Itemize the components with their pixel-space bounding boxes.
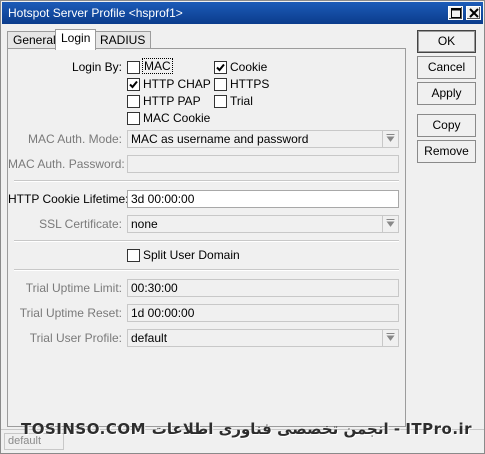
mac-auth-mode-select[interactable]: MAC as username and password (127, 130, 399, 148)
checkbox-cookie-label[interactable]: Cookie (230, 60, 267, 74)
checkbox-https[interactable] (214, 78, 227, 91)
checkbox-http-chap-label[interactable]: HTTP CHAP (143, 77, 211, 91)
trial-user-profile-select[interactable]: default (127, 329, 399, 347)
copy-button[interactable]: Copy (417, 114, 476, 137)
title-bar[interactable]: Hotspot Server Profile <hsprof1> (2, 2, 483, 24)
trial-user-profile-label: Trial User Profile: (29, 331, 122, 345)
trial-user-profile-value: default (131, 331, 168, 345)
separator (14, 269, 399, 271)
trial-user-profile-dropdown-button[interactable] (382, 330, 398, 346)
tab-login[interactable]: Login (55, 29, 97, 50)
mac-auth-mode-dropdown-button[interactable] (382, 131, 398, 147)
mac-auth-mode-value: MAC as username and password (131, 132, 309, 146)
close-button[interactable] (466, 6, 481, 20)
trial-uptime-reset-field[interactable]: 1d 00:00:00 (127, 304, 399, 322)
cancel-button[interactable]: Cancel (417, 56, 476, 79)
checkbox-http-chap[interactable] (127, 78, 140, 91)
checkbox-mac-cookie[interactable] (127, 112, 140, 125)
separator (14, 180, 399, 182)
checkmark-icon (216, 63, 225, 72)
mac-auth-mode-label: MAC Auth. Mode: (27, 132, 122, 146)
checkbox-mac[interactable] (127, 61, 140, 74)
checkbox-mac-label[interactable]: MAC (142, 58, 173, 74)
checkbox-https-label[interactable]: HTTPS (230, 77, 269, 91)
checkbox-trial-label[interactable]: Trial (230, 94, 253, 108)
ssl-certificate-dropdown-button[interactable] (382, 216, 398, 232)
watermark: TOSINSO.COM انجمن تخصصی فناوری اطلاعات -… (21, 420, 473, 438)
tab-radius[interactable]: RADIUS (94, 31, 152, 49)
trial-uptime-limit-field[interactable]: 00:30:00 (127, 279, 399, 297)
checkbox-split-user-domain-label[interactable]: Split User Domain (143, 248, 240, 262)
checkbox-http-pap-label[interactable]: HTTP PAP (143, 94, 201, 108)
ok-button[interactable]: OK (417, 30, 476, 53)
tab-general[interactable]: General (7, 31, 62, 49)
maximize-icon (451, 8, 461, 18)
hotspot-server-profile-window: Hotspot Server Profile <hsprof1> General… (0, 0, 485, 454)
dropdown-arrow-icon (386, 333, 395, 341)
mac-auth-password-label: MAC Auth. Password: (8, 157, 125, 171)
checkbox-mac-cookie-label[interactable]: MAC Cookie (143, 111, 210, 125)
http-cookie-lifetime-label: HTTP Cookie Lifetime: (8, 192, 129, 206)
checkmark-icon (129, 80, 138, 89)
http-cookie-lifetime-field[interactable]: 3d 00:00:00 (127, 190, 399, 208)
ssl-certificate-select[interactable]: none (127, 215, 399, 233)
login-by-label: Login By: (71, 60, 122, 74)
window-title: Hotspot Server Profile <hsprof1> (8, 6, 183, 20)
dropdown-arrow-icon (386, 219, 395, 227)
checkbox-cookie[interactable] (214, 61, 227, 74)
ssl-certificate-label: SSL Certificate: (39, 217, 122, 231)
dropdown-arrow-icon (386, 134, 395, 142)
trial-uptime-reset-label: Trial Uptime Reset: (19, 306, 122, 320)
checkbox-trial[interactable] (214, 95, 227, 108)
ssl-certificate-value: none (131, 217, 158, 231)
login-tab-panel: Login By: MAC Cookie HTTP CHAP HTTPS HTT… (7, 48, 406, 427)
checkbox-http-pap[interactable] (127, 95, 140, 108)
close-icon (469, 8, 479, 18)
checkbox-split-user-domain[interactable] (127, 249, 140, 262)
trial-uptime-limit-label: Trial Uptime Limit: (25, 281, 122, 295)
separator (14, 240, 399, 242)
remove-button[interactable]: Remove (417, 140, 476, 163)
mac-auth-password-field[interactable] (127, 155, 399, 173)
maximize-button[interactable] (448, 6, 463, 20)
apply-button[interactable]: Apply (417, 82, 476, 105)
